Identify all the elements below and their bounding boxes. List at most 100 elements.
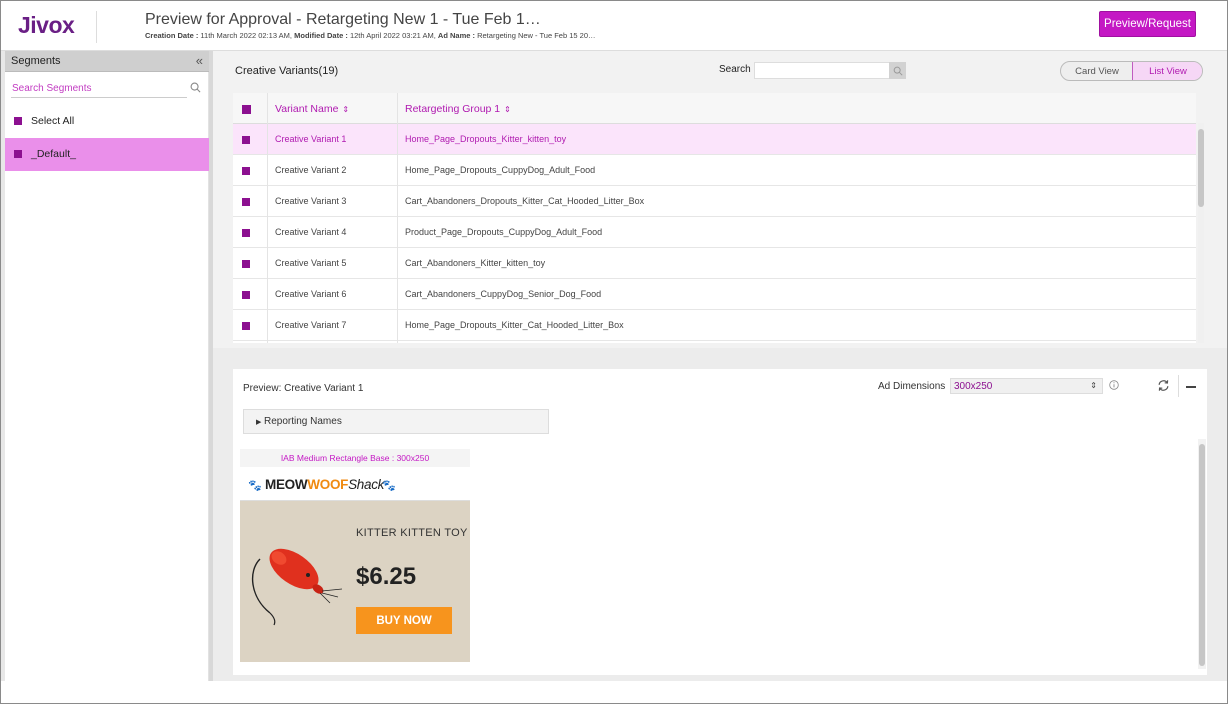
- search-button[interactable]: [889, 62, 906, 79]
- row-checkbox[interactable]: [242, 229, 250, 237]
- ad-dimensions-label: Ad Dimensions: [878, 381, 946, 392]
- row-checkbox[interactable]: [242, 136, 250, 144]
- scrollbar-thumb[interactable]: [1198, 129, 1204, 207]
- creative-variants-title: Creative Variants(19): [235, 65, 339, 77]
- reporting-names-expander[interactable]: ▶ Reporting Names: [243, 409, 549, 434]
- variants-table: Variant Name ⇕ Retargeting Group 1 ⇕ Creat…: [233, 93, 1196, 343]
- brand-woof: WOOF: [307, 477, 349, 492]
- brand-meow: MEOW: [265, 477, 308, 492]
- ad-meta-info: Creation Date : 11th March 2022 02:13 AM…: [145, 31, 596, 40]
- variant-search-input[interactable]: [754, 62, 906, 79]
- table-row[interactable]: Creative Variant 3 Cart_Abandoners_Dropo…: [233, 186, 1196, 217]
- column-header-variant-name[interactable]: Variant Name ⇕: [275, 103, 349, 115]
- paw-icon: 🐾: [248, 480, 262, 492]
- column-header-retargeting-group[interactable]: Retargeting Group 1 ⇕: [405, 103, 511, 115]
- table-scrollbar[interactable]: [1198, 123, 1204, 343]
- variant-name-cell: Creative Variant 6: [275, 289, 347, 299]
- table-row[interactable]: Creative Variant 2 Home_Page_Dropouts_Cu…: [233, 155, 1196, 186]
- logo-divider: [96, 11, 97, 43]
- row-checkbox[interactable]: [242, 167, 250, 175]
- retargeting-group-cell: Home_Page_Dropouts_Kitter_Cat_Hooded_Lit…: [405, 320, 624, 330]
- ad-brand-bar: 🐾 MEOWWOOFShack 🐾: [240, 471, 470, 501]
- preview-scrollbar[interactable]: [1198, 439, 1206, 669]
- segments-header: Segments «: [5, 51, 209, 72]
- mouse-toy-image: [251, 548, 343, 626]
- row-checkbox[interactable]: [242, 291, 250, 299]
- product-name: KITTER KITTEN TOY: [356, 527, 468, 539]
- sort-icon[interactable]: ⇕: [504, 105, 511, 114]
- retargeting-group-cell: Home_Page_Dropouts_Kitter_kitten_toy: [405, 134, 567, 144]
- retargeting-group-cell: Cart_Abandoners_Dropouts_Kitter_Cat_Hood…: [405, 196, 645, 206]
- segments-sidebar: Segments « Search Segments Select All _D…: [5, 51, 209, 681]
- ad-preview[interactable]: IAB Medium Rectangle Base : 300x250 🐾 ME…: [240, 449, 470, 662]
- ad-name-value: Retargeting New - Tue Feb 15 20…: [475, 31, 596, 40]
- preview-request-button[interactable]: Preview/Request: [1099, 11, 1196, 37]
- retargeting-group-cell: Product_Page_Dropouts_CuppyDog_Adult_Foo…: [405, 227, 603, 237]
- variant-name-cell: Creative Variant 3: [275, 196, 347, 206]
- table-row[interactable]: Creative Variant 7 Home_Page_Dropouts_Ki…: [233, 310, 1196, 341]
- retargeting-group-cell: Cart_Abandoners_CuppyDog_Senior_Dog_Food: [405, 289, 602, 299]
- segment-item-select-all[interactable]: Select All: [5, 105, 209, 138]
- list-view-button[interactable]: List View: [1132, 62, 1202, 80]
- ad-dimensions-value: 300x250: [954, 381, 993, 392]
- column-label: Variant Name: [275, 103, 339, 115]
- variant-name-cell: Creative Variant 7: [275, 320, 347, 330]
- refresh-icon[interactable]: [1157, 379, 1170, 392]
- card-view-button[interactable]: Card View: [1061, 62, 1133, 80]
- jivox-logo[interactable]: Jivox: [18, 12, 75, 39]
- info-icon[interactable]: [1109, 380, 1119, 390]
- buy-now-button[interactable]: BUY NOW: [356, 607, 452, 634]
- creative-variants-panel: Creative Variants(19) Search Card View L…: [213, 51, 1227, 348]
- variant-name-cell: Creative Variant 4: [275, 227, 347, 237]
- search-icon[interactable]: [190, 82, 201, 93]
- brand-shack: Shack: [348, 477, 385, 492]
- top-header: Jivox Preview for Approval - Retargeting…: [1, 1, 1227, 51]
- column-label: Retargeting Group 1: [405, 103, 501, 115]
- segments-title: Segments: [11, 55, 61, 67]
- column-divider: [267, 93, 268, 343]
- ad-name-label: Ad Name :: [437, 31, 476, 40]
- sort-icon[interactable]: ⇕: [342, 105, 349, 114]
- table-row[interactable]: Creative Variant 4 Product_Page_Dropouts…: [233, 217, 1196, 248]
- search-label: Search: [719, 64, 751, 75]
- segment-label: Select All: [31, 115, 75, 127]
- ad-dimensions-select[interactable]: 300x250 ⇕: [950, 378, 1103, 394]
- ad-size-label: IAB Medium Rectangle Base : 300x250: [240, 449, 470, 467]
- modified-date-label: Modified Date :: [294, 31, 348, 40]
- paw-icon: 🐾: [382, 480, 396, 492]
- row-checkbox[interactable]: [242, 260, 250, 268]
- main-content: Creative Variants(19) Search Card View L…: [213, 51, 1227, 681]
- app-window: Jivox Preview for Approval - Retargeting…: [0, 0, 1228, 704]
- column-divider: [397, 93, 398, 343]
- table-row[interactable]: Creative Variant 5 Cart_Abandoners_Kitte…: [233, 248, 1196, 279]
- table-header: Variant Name ⇕ Retargeting Group 1 ⇕: [233, 93, 1196, 124]
- row-checkbox[interactable]: [242, 322, 250, 330]
- table-row[interactable]: Creative Variant 6 Cart_Abandoners_Cuppy…: [233, 279, 1196, 310]
- retargeting-group-cell: Home_Page_Dropouts_CuppyDog_Adult_Food: [405, 165, 596, 175]
- select-all-checkbox[interactable]: [242, 105, 251, 114]
- scrollbar-thumb[interactable]: [1199, 444, 1205, 666]
- creation-date-label: Creation Date :: [145, 31, 199, 40]
- collapse-sidebar-icon[interactable]: «: [196, 53, 203, 68]
- preview-title: Preview: Creative Variant 1: [243, 383, 364, 394]
- toolbar-divider: [1178, 375, 1179, 397]
- table-row[interactable]: Creative Variant 1 Home_Page_Dropouts_Ki…: [233, 124, 1196, 155]
- variant-name-cell: Creative Variant 5: [275, 258, 347, 268]
- segment-item-default[interactable]: _Default_: [5, 138, 209, 171]
- bottom-gutter: [1, 681, 1227, 703]
- ad-body: KITTER KITTEN TOY $6.25 BUY NOW: [240, 501, 470, 662]
- search-icon: [893, 66, 903, 76]
- search-segments-input[interactable]: Search Segments: [11, 79, 187, 98]
- view-toggle: Card View List View: [1060, 61, 1203, 81]
- page-title: Preview for Approval - Retargeting New 1…: [145, 11, 541, 28]
- retargeting-group-cell: Cart_Abandoners_Kitter_kitten_toy: [405, 258, 546, 268]
- checkbox[interactable]: [14, 150, 22, 158]
- variant-name-cell: Creative Variant 1: [275, 134, 347, 144]
- minimize-icon[interactable]: [1186, 386, 1196, 388]
- select-arrows-icon: ⇕: [1090, 381, 1097, 390]
- row-checkbox[interactable]: [242, 198, 250, 206]
- variant-name-cell: Creative Variant 2: [275, 165, 347, 175]
- creation-date-value: 11th March 2022 02:13 AM,: [198, 31, 295, 40]
- checkbox[interactable]: [14, 117, 22, 125]
- product-price: $6.25: [356, 563, 417, 590]
